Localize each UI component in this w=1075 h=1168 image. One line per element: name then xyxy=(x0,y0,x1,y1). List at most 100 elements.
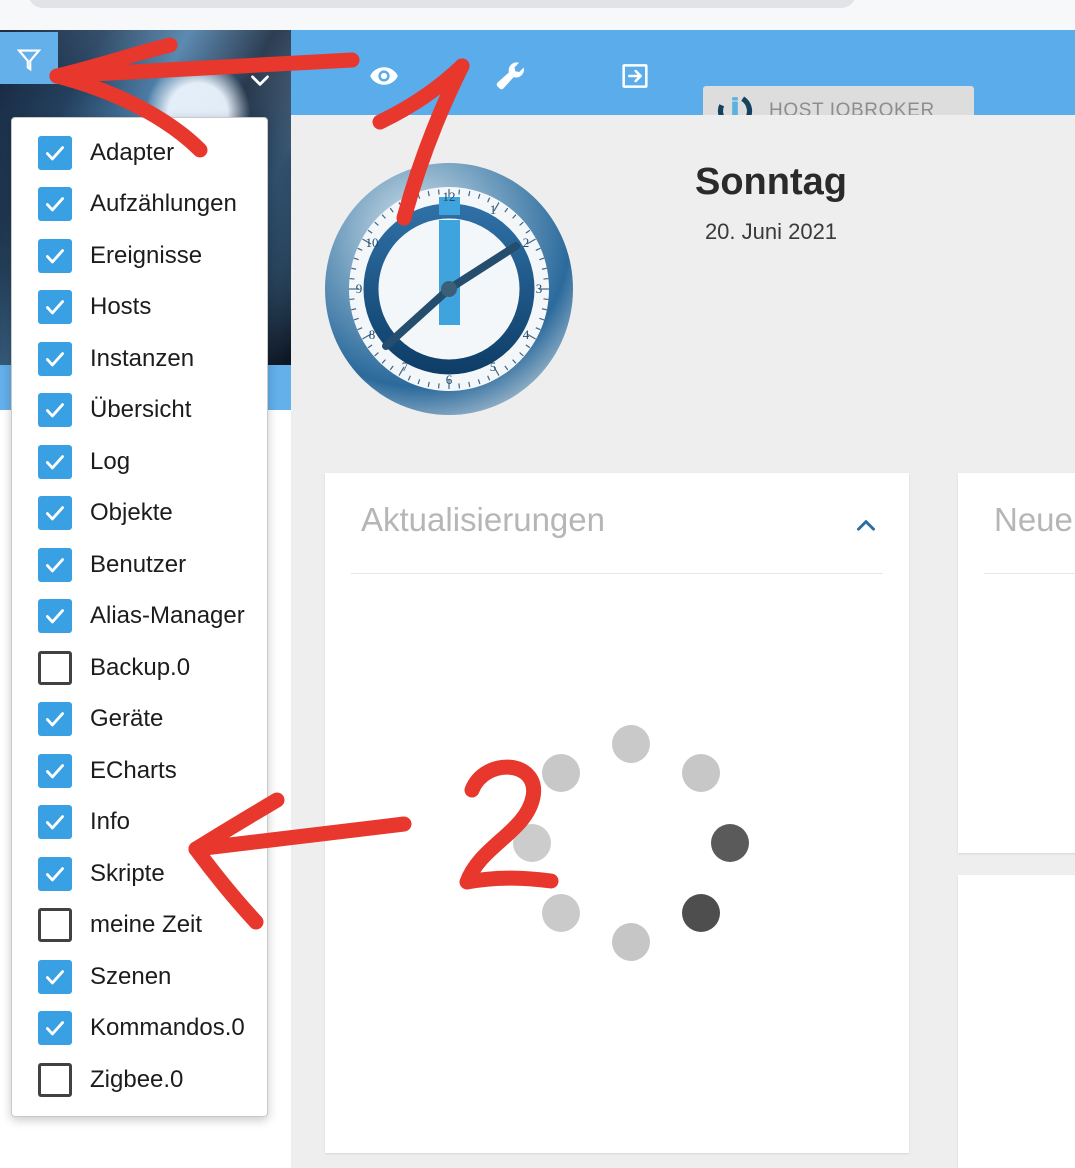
checkbox-checked-icon[interactable] xyxy=(38,856,72,891)
filter-menu-item-label: Benutzer xyxy=(90,550,187,578)
news-card: Neue xyxy=(958,473,1075,853)
checkbox-checked-icon[interactable] xyxy=(38,805,72,840)
filter-menu-item-label: Ereignisse xyxy=(90,241,203,269)
filter-menu-item[interactable]: Ereignisse xyxy=(12,230,267,282)
checkbox-checked-icon[interactable] xyxy=(38,547,72,582)
filter-menu-item[interactable]: Info xyxy=(12,797,267,849)
date-label: 20. Juni 2021 xyxy=(704,219,838,244)
svg-text:8: 8 xyxy=(369,327,376,342)
checkbox-checked-icon[interactable] xyxy=(38,753,72,788)
spinner-dot xyxy=(612,725,650,763)
checkbox-checked-icon[interactable] xyxy=(38,238,72,273)
spinner-dot xyxy=(541,753,580,792)
svg-text:2: 2 xyxy=(523,235,530,250)
filter-menu-item[interactable]: Log xyxy=(12,436,267,488)
checkbox-checked-icon[interactable] xyxy=(38,341,72,376)
filter-menu-item-label: ECharts xyxy=(90,756,177,784)
filter-menu-item-label: Info xyxy=(90,808,131,836)
svg-text:7: 7 xyxy=(402,359,409,374)
spinner-dot xyxy=(711,824,749,862)
filter-funnel-icon[interactable] xyxy=(0,32,58,84)
svg-text:5: 5 xyxy=(490,359,497,374)
chevron-down-icon[interactable] xyxy=(236,60,284,100)
updates-card-title: Aktualisierungen xyxy=(361,501,605,538)
filter-menu-item-label: Kommandos.0 xyxy=(90,1014,245,1042)
filter-menu-item-label: Übersicht xyxy=(90,396,192,424)
checkbox-checked-icon[interactable] xyxy=(38,702,72,737)
updates-card: Aktualisierungen xyxy=(325,473,909,1153)
filter-menu-item-label: Hosts xyxy=(90,293,152,321)
filter-menu-item-label: Objekte xyxy=(90,499,173,527)
login-icon[interactable] xyxy=(613,56,657,96)
filter-menu-item[interactable]: Kommandos.0 xyxy=(12,1003,267,1055)
filter-menu-item[interactable]: Übersicht xyxy=(12,385,267,437)
iobroker-clock-logo: 12 1 2 345 678 9 10 11 xyxy=(320,160,578,418)
news-card-title: Neue xyxy=(994,501,1073,538)
checkbox-checked-icon[interactable] xyxy=(38,1011,72,1046)
checkbox-checked-icon[interactable] xyxy=(38,599,72,634)
card-divider xyxy=(351,573,883,574)
filter-menu-item[interactable]: Objekte xyxy=(12,488,267,540)
filter-dropdown-menu[interactable]: Adapter Aufzählungen Ereignisse Hosts Instan… xyxy=(11,117,268,1117)
spinner-dot xyxy=(682,894,720,932)
checkbox-checked-icon[interactable] xyxy=(38,444,72,479)
browser-chrome-strip xyxy=(0,0,1075,30)
filter-menu-item-label: meine Zeit xyxy=(90,911,203,939)
filter-menu-item[interactable]: Szenen xyxy=(12,951,267,1003)
weekday-label: Sonntag xyxy=(695,161,847,203)
filter-menu-item-label: Backup.0 xyxy=(90,653,191,681)
filter-menu-item[interactable]: Zigbee.0 xyxy=(12,1054,267,1106)
left-drawer: ECharts Adapter Aufzählungen Ereignisse Hos… xyxy=(0,30,291,1168)
svg-text:4: 4 xyxy=(523,327,530,342)
checkbox-checked-icon[interactable] xyxy=(38,135,72,170)
spinner-dot xyxy=(682,753,720,792)
checkbox-unchecked-icon[interactable] xyxy=(38,908,72,943)
filter-menu-item-label: Alias-Manager xyxy=(90,602,245,630)
loading-spinner xyxy=(513,725,749,961)
wrench-icon[interactable] xyxy=(488,56,532,96)
filter-menu-item[interactable]: Aufzählungen xyxy=(12,179,267,231)
checkbox-unchecked-icon[interactable] xyxy=(38,650,72,685)
svg-text:9: 9 xyxy=(356,281,363,296)
filter-menu-item[interactable]: Skripte xyxy=(12,848,267,900)
filter-menu-item[interactable]: Hosts xyxy=(12,282,267,334)
checkbox-checked-icon[interactable] xyxy=(38,290,72,325)
filter-menu-item[interactable]: Alias-Manager xyxy=(12,591,267,643)
spinner-dot xyxy=(541,894,580,932)
spinner-dot xyxy=(513,824,551,862)
filter-menu-item[interactable]: meine Zeit xyxy=(12,900,267,952)
svg-text:6: 6 xyxy=(446,372,453,387)
main-content: 12 1 2 345 678 9 10 11 Sonntag 20. Juni 2021… xyxy=(291,115,1075,1168)
filter-menu-item[interactable]: Backup.0 xyxy=(12,642,267,694)
filter-menu-item[interactable]: Instanzen xyxy=(12,333,267,385)
eye-icon[interactable] xyxy=(362,56,406,96)
filter-menu-item[interactable]: Adapter xyxy=(12,127,267,179)
secondary-card xyxy=(958,875,1075,1168)
svg-text:10: 10 xyxy=(366,235,379,250)
filter-menu-item[interactable]: Geräte xyxy=(12,694,267,746)
filter-menu-item-label: Geräte xyxy=(90,705,164,733)
checkbox-checked-icon[interactable] xyxy=(38,393,72,428)
browser-url-bar[interactable] xyxy=(28,0,856,8)
filter-menu-item-label: Adapter xyxy=(90,138,175,166)
svg-text:11: 11 xyxy=(399,202,412,217)
checkbox-checked-icon[interactable] xyxy=(38,959,72,994)
iobroker-admin-app: HOST IOBROKER ECharts AdapterAufzählunge… xyxy=(0,30,1075,1168)
date-block: Sonntag 20. Juni 2021 xyxy=(601,163,941,245)
chevron-up-icon[interactable] xyxy=(849,509,883,543)
filter-menu-item-label: Log xyxy=(90,447,131,475)
card-divider xyxy=(984,573,1075,574)
svg-text:12: 12 xyxy=(443,189,456,204)
filter-menu-item[interactable]: Benutzer xyxy=(12,539,267,591)
filter-menu-item-label: Skripte xyxy=(90,859,165,887)
checkbox-unchecked-icon[interactable] xyxy=(38,1062,72,1097)
filter-menu-item-label: Szenen xyxy=(90,962,172,990)
checkbox-checked-icon[interactable] xyxy=(38,496,72,531)
svg-text:1: 1 xyxy=(490,202,497,217)
svg-text:3: 3 xyxy=(536,281,543,296)
checkbox-checked-icon[interactable] xyxy=(38,187,72,222)
filter-menu-item-label: Aufzählungen xyxy=(90,190,237,218)
spinner-dot xyxy=(612,923,650,961)
filter-menu-item-label: Instanzen xyxy=(90,344,195,372)
filter-menu-item[interactable]: ECharts xyxy=(12,745,267,797)
